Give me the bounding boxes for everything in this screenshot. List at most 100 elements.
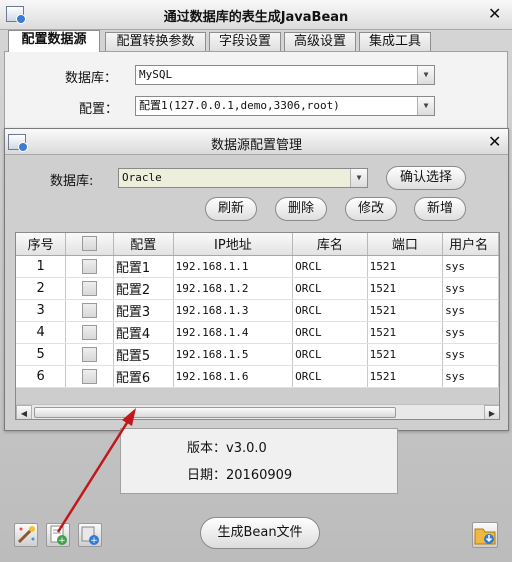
cell-user: sys bbox=[442, 299, 499, 322]
cell-dbname: ORCL bbox=[292, 365, 368, 388]
cell-config: 配置4 bbox=[113, 321, 174, 344]
info-panel: 版本：v3.0.0 日期：20160909 bbox=[120, 428, 398, 494]
scroll-right-icon[interactable]: ▶ bbox=[484, 405, 499, 419]
row-checkbox[interactable] bbox=[82, 280, 98, 296]
cell-dbname: ORCL bbox=[292, 343, 368, 366]
scroll-left-icon[interactable]: ◀ bbox=[16, 405, 32, 419]
chevron-down-icon[interactable]: ▼ bbox=[350, 169, 367, 187]
horizontal-scrollbar[interactable]: ◀ ▶ bbox=[16, 404, 499, 419]
main-title-bar: 通过数据库的表生成JavaBean ✕ bbox=[0, 0, 512, 30]
table-row[interactable]: 4 配置4 192.168.1.4 ORCL 1521 sys bbox=[16, 321, 499, 344]
svg-text:+: + bbox=[58, 536, 66, 546]
db-select[interactable]: MySQL ▼ bbox=[135, 65, 435, 85]
cell-select[interactable] bbox=[65, 299, 114, 322]
cell-dbname: ORCL bbox=[292, 277, 368, 300]
folder-download-icon[interactable] bbox=[472, 522, 498, 548]
table-row[interactable]: 1 配置1 192.168.1.1 ORCL 1521 sys bbox=[16, 255, 499, 278]
cell-select[interactable] bbox=[65, 255, 114, 278]
config-select[interactable]: 配置1(127.0.0.1,demo,3306,root) ▼ bbox=[135, 96, 435, 116]
col-header-config[interactable]: 配置 bbox=[113, 233, 174, 256]
dialog-title: 数据源配置管理 bbox=[210, 138, 302, 153]
generate-bean-button[interactable]: 生成Bean文件 bbox=[200, 517, 320, 549]
cell-select[interactable] bbox=[65, 321, 114, 344]
window-title: 通过数据库的表生成JavaBean bbox=[163, 10, 349, 25]
cell-select[interactable] bbox=[65, 365, 114, 388]
col-header-ip[interactable]: IP地址 bbox=[173, 233, 294, 256]
scrollbar-thumb[interactable] bbox=[34, 407, 396, 418]
cell-user: sys bbox=[442, 255, 499, 278]
data-source-panel: 数据库： MySQL ▼ 配置： 配置1(127.0.0.1,demo,3306… bbox=[4, 51, 508, 131]
cell-index: 5 bbox=[16, 343, 67, 366]
cell-user: sys bbox=[442, 321, 499, 344]
table-row[interactable]: 2 配置2 192.168.1.2 ORCL 1521 sys bbox=[16, 277, 499, 300]
cell-config: 配置3 bbox=[113, 299, 174, 322]
col-header-port[interactable]: 端口 bbox=[367, 233, 444, 256]
row-checkbox[interactable] bbox=[82, 346, 98, 362]
dialog-db-select-value: Oracle bbox=[122, 171, 162, 184]
cell-config: 配置1 bbox=[113, 255, 174, 278]
row-checkbox[interactable] bbox=[82, 258, 98, 274]
chevron-down-icon[interactable]: ▼ bbox=[417, 66, 434, 84]
tab-data-source[interactable]: 配置数据源 bbox=[8, 30, 100, 52]
table-row[interactable]: 6 配置6 192.168.1.6 ORCL 1521 sys bbox=[16, 365, 499, 388]
cell-index: 2 bbox=[16, 277, 67, 300]
confirm-select-button[interactable]: 确认选择 bbox=[386, 166, 466, 190]
cell-user: sys bbox=[442, 365, 499, 388]
cell-ip: 192.168.1.6 bbox=[173, 365, 294, 388]
row-checkbox[interactable] bbox=[82, 324, 98, 340]
svg-text:+: + bbox=[90, 536, 98, 546]
refresh-button[interactable]: 刷新 bbox=[205, 197, 257, 221]
row-checkbox[interactable] bbox=[82, 368, 98, 384]
table-row[interactable]: 3 配置3 192.168.1.3 ORCL 1521 sys bbox=[16, 299, 499, 322]
table-row[interactable]: 5 配置5 192.168.1.5 ORCL 1521 sys bbox=[16, 343, 499, 366]
add-document-icon[interactable]: + bbox=[46, 523, 70, 547]
db-label: 数据库： bbox=[65, 71, 118, 86]
row-checkbox[interactable] bbox=[82, 302, 98, 318]
date-text: 日期：20160909 bbox=[187, 468, 293, 483]
tab-conversion-params[interactable]: 配置转换参数 bbox=[105, 32, 206, 52]
add-config-icon[interactable]: + bbox=[78, 523, 102, 547]
dialog-db-label: 数据库: bbox=[50, 174, 94, 189]
dialog-db-select[interactable]: Oracle ▼ bbox=[118, 168, 368, 188]
select-all-checkbox[interactable] bbox=[82, 236, 98, 252]
cell-index: 1 bbox=[16, 255, 67, 278]
col-header-user[interactable]: 用户名 bbox=[442, 233, 499, 256]
cell-port: 1521 bbox=[367, 277, 444, 300]
magic-wand-icon[interactable] bbox=[14, 523, 38, 547]
cell-config: 配置2 bbox=[113, 277, 174, 300]
config-select-value: 配置1(127.0.0.1,demo,3306,root) bbox=[139, 99, 340, 112]
dialog-title-bar: 数据源配置管理 ✕ bbox=[5, 129, 508, 155]
cell-port: 1521 bbox=[367, 255, 444, 278]
db-select-value: MySQL bbox=[139, 68, 173, 81]
table-empty-area bbox=[16, 388, 499, 404]
table-header-row: 序号 配置 IP地址 库名 端口 用户名 bbox=[16, 233, 499, 256]
datasource-dialog: 数据源配置管理 ✕ 数据库: Oracle ▼ 确认选择 刷新 删除 修改 新增… bbox=[4, 128, 509, 431]
tab-field-settings[interactable]: 字段设置 bbox=[209, 32, 281, 52]
cell-port: 1521 bbox=[367, 321, 444, 344]
cell-select[interactable] bbox=[65, 277, 114, 300]
cell-ip: 192.168.1.4 bbox=[173, 321, 294, 344]
cell-config: 配置6 bbox=[113, 365, 174, 388]
delete-button[interactable]: 删除 bbox=[275, 197, 327, 221]
chevron-down-icon[interactable]: ▼ bbox=[417, 97, 434, 115]
config-table: 序号 配置 IP地址 库名 端口 用户名 1 配置1 192.168.1.1 O… bbox=[15, 232, 500, 420]
edit-button[interactable]: 修改 bbox=[345, 197, 397, 221]
cell-config: 配置5 bbox=[113, 343, 174, 366]
tab-advanced-settings[interactable]: 高级设置 bbox=[284, 32, 356, 52]
config-label: 配置： bbox=[79, 102, 119, 117]
version-text: 版本：v3.0.0 bbox=[187, 441, 267, 456]
config-grid: 序号 配置 IP地址 库名 端口 用户名 1 配置1 192.168.1.1 O… bbox=[16, 233, 499, 388]
close-icon[interactable]: ✕ bbox=[488, 4, 501, 23]
dialog-close-icon[interactable]: ✕ bbox=[488, 132, 501, 151]
col-header-select[interactable] bbox=[65, 233, 114, 256]
cell-dbname: ORCL bbox=[292, 299, 368, 322]
add-button[interactable]: 新增 bbox=[414, 197, 466, 221]
col-header-dbname[interactable]: 库名 bbox=[292, 233, 368, 256]
col-header-index[interactable]: 序号 bbox=[16, 233, 67, 256]
cell-select[interactable] bbox=[65, 343, 114, 366]
cell-port: 1521 bbox=[367, 343, 444, 366]
cell-index: 6 bbox=[16, 365, 67, 388]
cell-dbname: ORCL bbox=[292, 321, 368, 344]
cell-port: 1521 bbox=[367, 299, 444, 322]
tab-integration-tools[interactable]: 集成工具 bbox=[359, 32, 431, 52]
